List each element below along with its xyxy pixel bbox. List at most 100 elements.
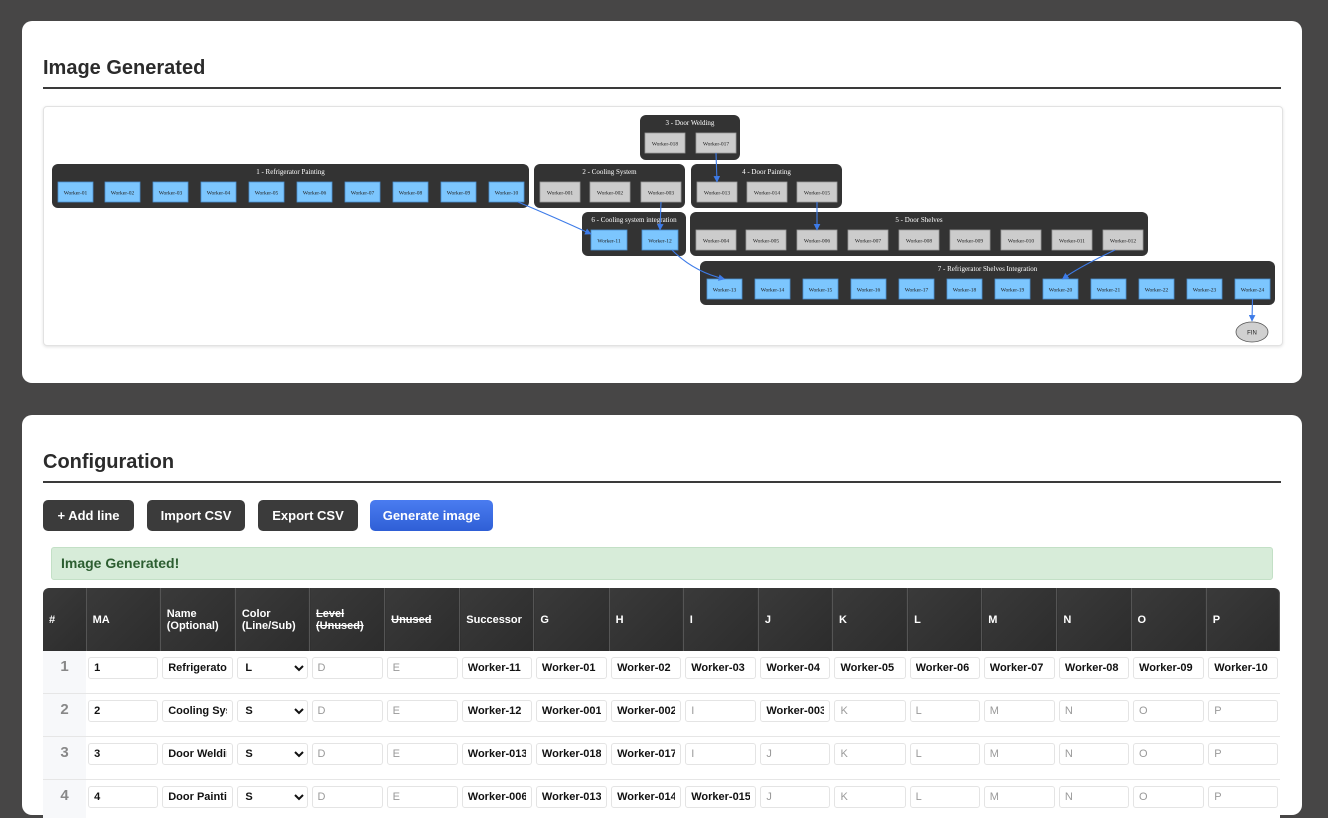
level-input[interactable] — [312, 743, 383, 765]
worker-label: Worker-007 — [855, 239, 882, 245]
m-input[interactable] — [984, 786, 1055, 808]
g-input[interactable] — [536, 700, 607, 722]
configuration-card: Configuration + Add line Import CSV Expo… — [22, 415, 1302, 815]
worker-label: Worker-18 — [953, 288, 977, 294]
k-input[interactable] — [834, 657, 905, 679]
unused-input[interactable] — [387, 786, 458, 808]
worker-label: Worker-23 — [1193, 288, 1217, 294]
l-input[interactable] — [910, 700, 980, 722]
l-input[interactable] — [910, 657, 980, 679]
j-input[interactable] — [760, 657, 830, 679]
k-input[interactable] — [834, 786, 905, 808]
color-select[interactable]: LS — [237, 743, 307, 765]
col-header-h: H — [609, 588, 683, 651]
config-table-container: # MA Name (Optional) Color (Line/Sub) Le… — [43, 588, 1280, 818]
h-input[interactable] — [611, 743, 681, 765]
j-input[interactable] — [760, 786, 830, 808]
success-alert: Image Generated! — [51, 547, 1273, 580]
i-input[interactable] — [685, 786, 756, 808]
unused-input[interactable] — [387, 743, 458, 765]
worker-label: Worker-012 — [1110, 239, 1137, 245]
worker-label: Worker-04 — [207, 191, 231, 197]
j-input[interactable] — [760, 743, 830, 765]
ma-input[interactable] — [88, 657, 158, 679]
unused-input[interactable] — [387, 657, 458, 679]
p-input[interactable] — [1208, 657, 1277, 679]
col-header-i: I — [683, 588, 758, 651]
name-input[interactable] — [162, 700, 233, 722]
n-input[interactable] — [1059, 700, 1129, 722]
table-row: 3 LS — [43, 737, 1280, 780]
p-input[interactable] — [1208, 786, 1277, 808]
m-input[interactable] — [984, 700, 1055, 722]
worker-label: Worker-16 — [857, 288, 881, 294]
export-csv-button[interactable]: Export CSV — [258, 500, 358, 531]
h-input[interactable] — [611, 786, 681, 808]
edge-24-fin — [1252, 299, 1253, 321]
add-line-button[interactable]: + Add line — [43, 500, 134, 531]
o-input[interactable] — [1133, 657, 1204, 679]
name-input[interactable] — [162, 657, 233, 679]
import-csv-button[interactable]: Import CSV — [147, 500, 245, 531]
title-divider — [43, 481, 1281, 483]
o-input[interactable] — [1133, 743, 1204, 765]
i-input[interactable] — [685, 657, 756, 679]
o-input[interactable] — [1133, 786, 1204, 808]
i-input[interactable] — [685, 700, 756, 722]
worker-label: Worker-02 — [111, 191, 135, 197]
h-input[interactable] — [611, 700, 681, 722]
level-input[interactable] — [312, 657, 383, 679]
col-header-o: O — [1131, 588, 1206, 651]
worker-label: Worker-20 — [1049, 288, 1073, 294]
color-select[interactable]: LS — [237, 657, 307, 679]
unused-input[interactable] — [387, 700, 458, 722]
row-number: 3 — [43, 737, 86, 780]
generate-image-button[interactable]: Generate image — [370, 500, 493, 531]
p-input[interactable] — [1208, 700, 1277, 722]
level-input[interactable] — [312, 700, 383, 722]
successor-input[interactable] — [462, 743, 532, 765]
color-select[interactable]: LS — [237, 700, 307, 722]
p-input[interactable] — [1208, 743, 1277, 765]
worker-label: Worker-14 — [761, 288, 785, 294]
color-select[interactable]: LS — [237, 786, 307, 808]
n-input[interactable] — [1059, 786, 1129, 808]
n-input[interactable] — [1059, 743, 1129, 765]
name-input[interactable] — [162, 786, 233, 808]
m-input[interactable] — [984, 743, 1055, 765]
worker-label: Worker-017 — [703, 142, 730, 148]
ma-input[interactable] — [88, 786, 158, 808]
generated-graph: 3 - Door WeldingWorker-018Worker-0171 - … — [43, 106, 1283, 346]
l-input[interactable] — [910, 743, 980, 765]
worker-label: Worker-004 — [703, 239, 730, 245]
i-input[interactable] — [685, 743, 756, 765]
k-input[interactable] — [834, 743, 905, 765]
successor-input[interactable] — [462, 657, 532, 679]
h-input[interactable] — [611, 657, 681, 679]
table-row: 2LS — [43, 694, 1280, 737]
level-input[interactable] — [312, 786, 383, 808]
worker-label: Worker-13 — [713, 288, 737, 294]
ma-input[interactable] — [88, 700, 158, 722]
successor-input[interactable] — [462, 700, 532, 722]
k-input[interactable] — [834, 700, 905, 722]
worker-label: Worker-011 — [1059, 239, 1085, 245]
fin-label: FIN — [1247, 331, 1257, 337]
worker-label: Worker-11 — [597, 239, 621, 245]
l-input[interactable] — [910, 786, 980, 808]
g-input[interactable] — [536, 657, 607, 679]
cluster-label: 1 - Refrigerator Painting — [256, 168, 325, 176]
g-input[interactable] — [536, 786, 607, 808]
n-input[interactable] — [1059, 657, 1129, 679]
successor-input[interactable] — [462, 786, 532, 808]
worker-label: Worker-013 — [704, 191, 731, 197]
worker-label: Worker-03 — [159, 191, 183, 197]
m-input[interactable] — [984, 657, 1055, 679]
g-input[interactable] — [536, 743, 607, 765]
worker-label: Worker-009 — [957, 239, 984, 245]
j-input[interactable] — [760, 700, 830, 722]
ma-input[interactable] — [88, 743, 158, 765]
o-input[interactable] — [1133, 700, 1204, 722]
name-input[interactable] — [162, 743, 233, 765]
col-header-unused: Unused — [385, 588, 460, 651]
